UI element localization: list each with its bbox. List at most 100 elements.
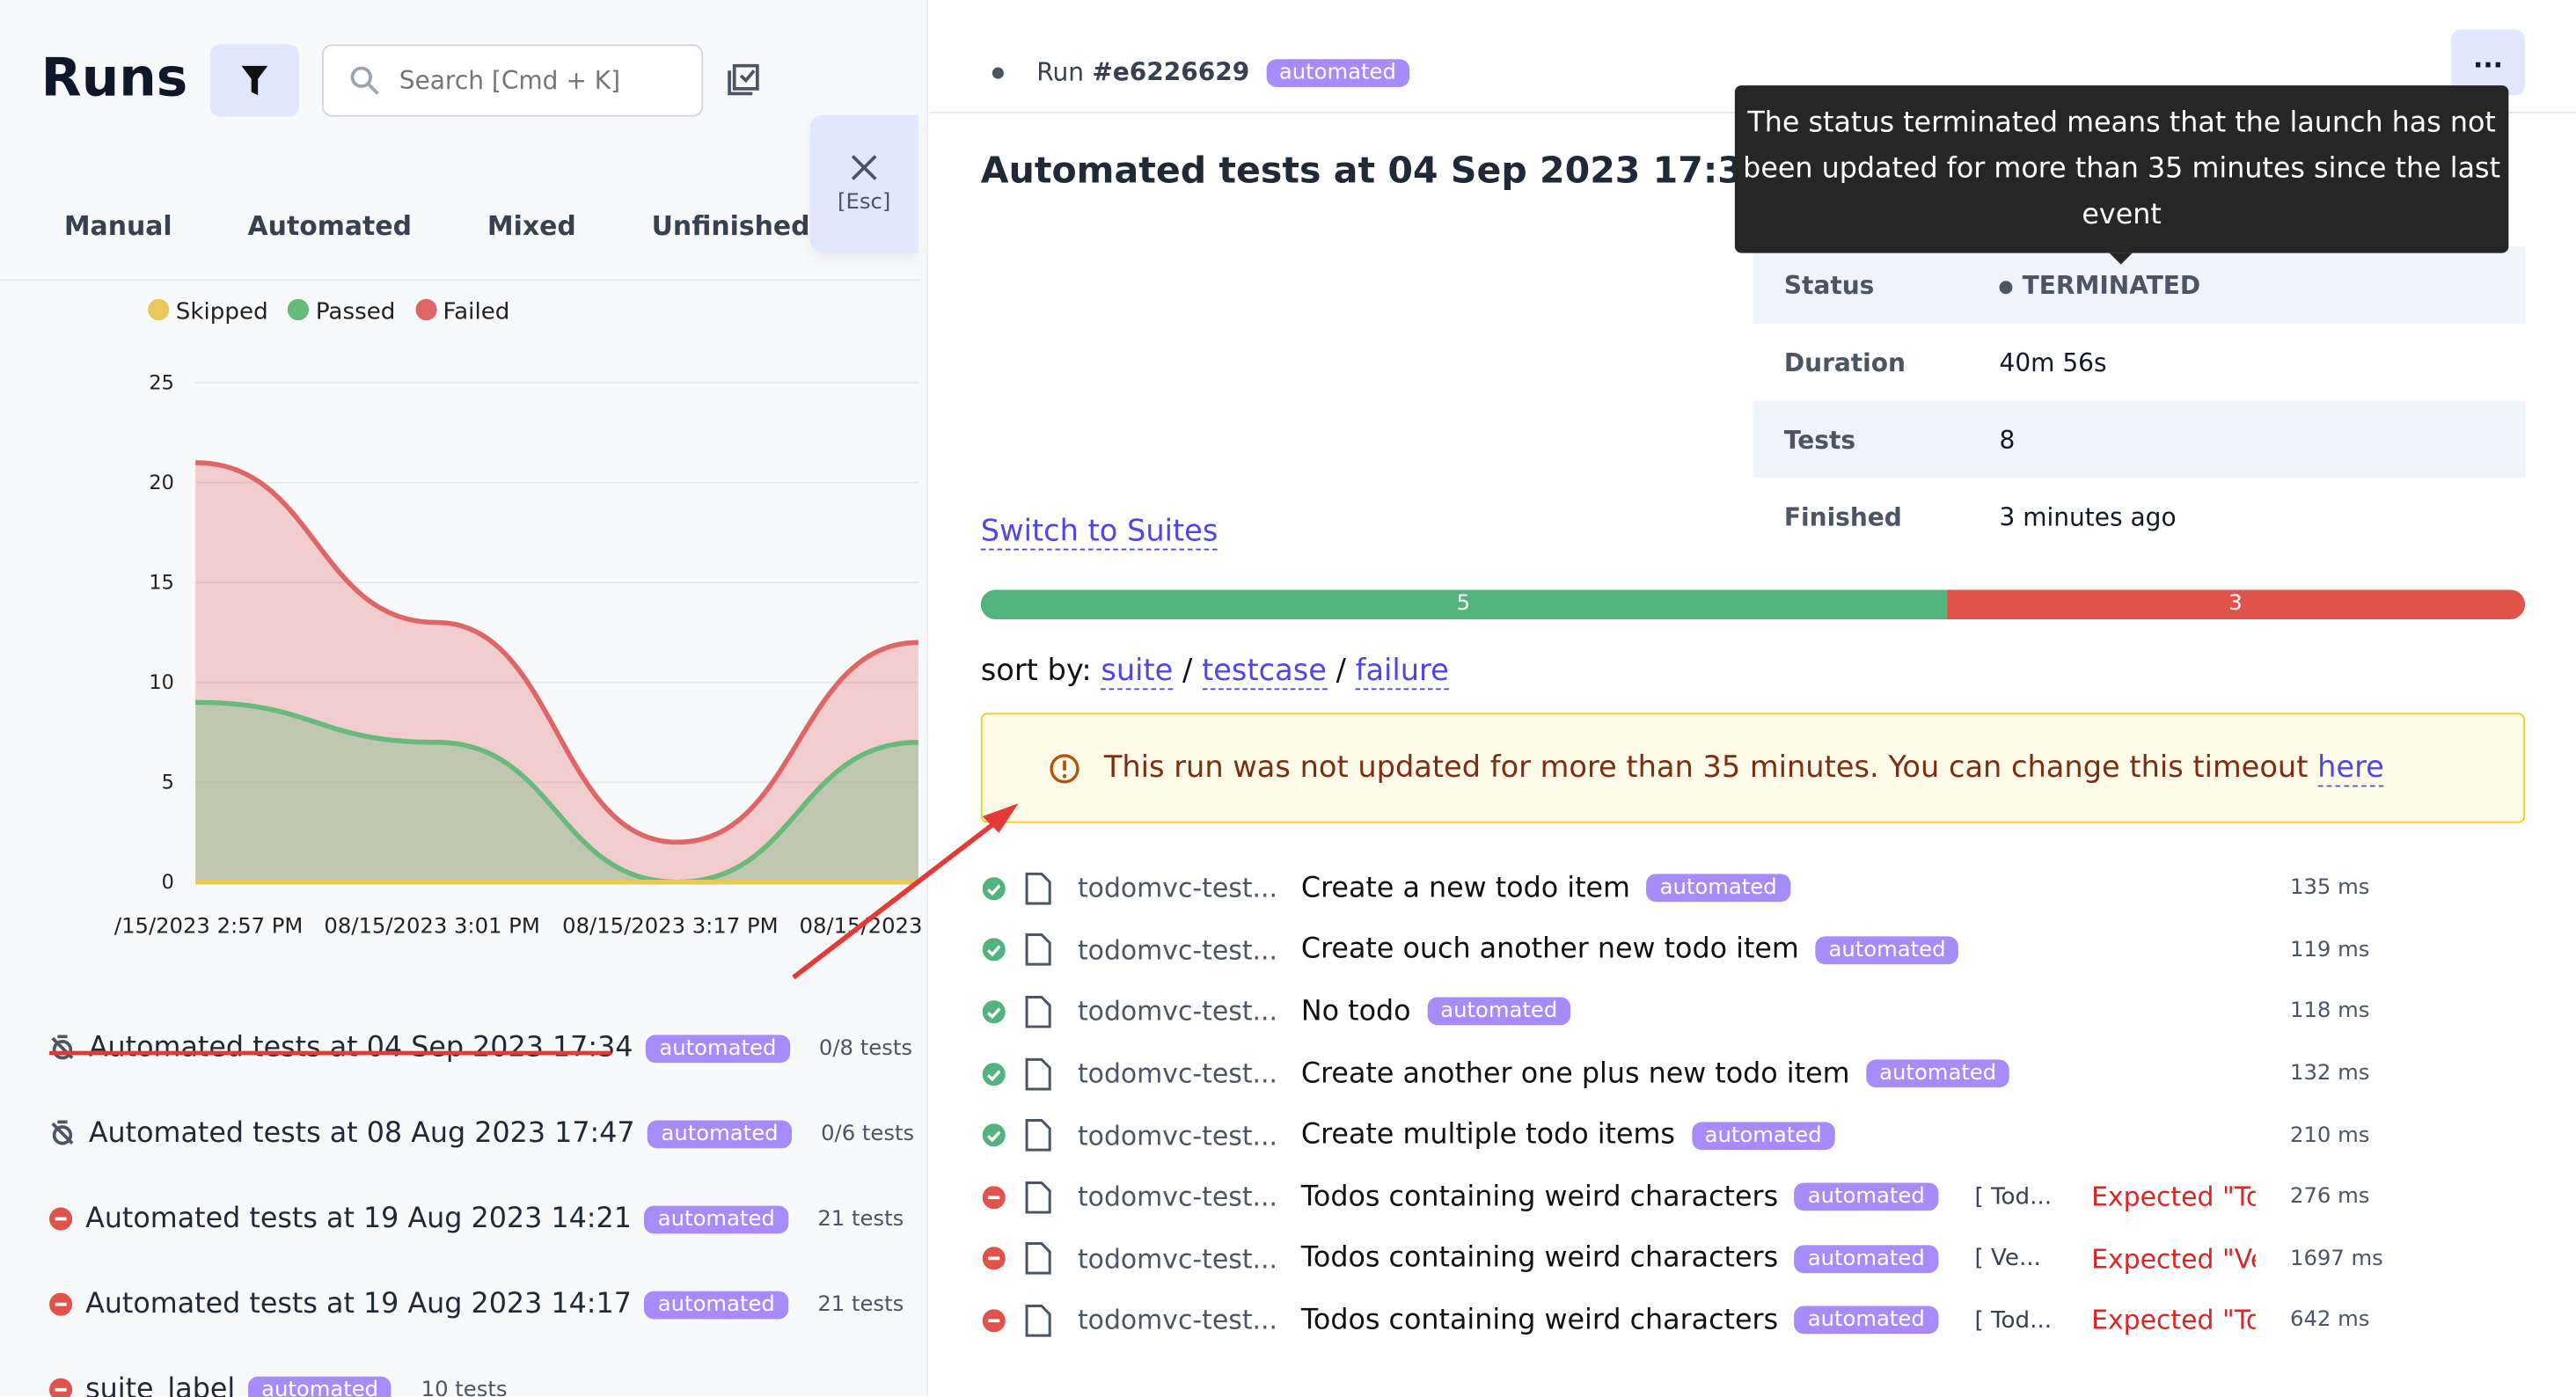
info-value: 8	[1999, 424, 2016, 455]
test-error: Expected "Very	[2091, 1243, 2256, 1275]
test-example: [ Tod...	[1974, 1307, 2053, 1335]
test-duration: 119 ms	[2290, 938, 2370, 963]
test-example: [ Tod...	[1974, 1183, 2053, 1210]
run-list-item[interactable]: Automated tests at 19 Aug 2023 14:17 auto…	[49, 1262, 920, 1347]
failed-icon	[982, 1247, 1006, 1271]
test-badge: automated	[1691, 1121, 1835, 1150]
info-key: Finished	[1783, 501, 1902, 532]
test-badge: automated	[1794, 1182, 1938, 1211]
run-badge: automated	[248, 1375, 392, 1397]
test-row[interactable]: todomvc-test... Create multiple todo item…	[982, 1105, 2527, 1167]
timeout-settings-link[interactable]: here	[2317, 750, 2384, 787]
terminated-icon	[51, 1035, 74, 1060]
info-row: Finished 3 minutes ago	[1753, 478, 2525, 555]
chart-legend: Skipped Passed Failed	[148, 298, 509, 325]
test-duration: 642 ms	[2290, 1308, 2370, 1334]
search-input[interactable]	[399, 65, 662, 96]
x-tick-label: 08/15/2023	[800, 913, 923, 939]
warning-text: This run was not updated for more than 3…	[1103, 750, 2309, 786]
filter-button[interactable]	[210, 44, 299, 117]
test-row[interactable]: todomvc-test... Create a new todo item aut…	[982, 858, 2527, 919]
tab-manual[interactable]: Manual	[64, 210, 172, 241]
x-tick-label: /15/2023 2:57 PM	[114, 913, 303, 939]
test-name: Todos containing weird characters	[1300, 1242, 1779, 1276]
passed-icon	[982, 1123, 1006, 1147]
passed-icon	[982, 938, 1006, 962]
failed-icon	[49, 1207, 73, 1231]
test-duration: 118 ms	[2290, 999, 2370, 1025]
test-duration: 210 ms	[2290, 1123, 2370, 1148]
run-test-count: 10 tests	[421, 1377, 508, 1397]
info-key: Status	[1783, 270, 1875, 300]
file-icon	[1025, 1304, 1051, 1337]
run-list-item[interactable]: Automated tests at 08 Aug 2023 17:47 auto…	[49, 1091, 920, 1176]
test-suite: todomvc-test...	[1077, 1243, 1278, 1275]
sort-label: sort by:	[980, 654, 1092, 689]
sort-suite-link[interactable]: suite	[1101, 654, 1174, 691]
failed-icon	[49, 1378, 73, 1397]
test-row[interactable]: todomvc-test... Todos containing weird ch…	[982, 1228, 2527, 1290]
timeout-warning: This run was not updated for more than 3…	[980, 713, 2526, 823]
test-error: Expected "To	[2091, 1305, 2256, 1336]
test-name: Create multiple todo items	[1300, 1118, 1675, 1152]
run-list-item[interactable]: Automated tests at 19 Aug 2023 14:21 auto…	[49, 1176, 920, 1262]
tab-unfinished[interactable]: Unfinished	[652, 210, 810, 241]
test-row[interactable]: todomvc-test... No todo automated 118 ms	[982, 981, 2527, 1042]
sort-testcase-link[interactable]: testcase	[1202, 654, 1327, 691]
tab-automated[interactable]: Automated	[248, 210, 412, 241]
info-key: Duration	[1783, 347, 1906, 377]
x-tick-label: 08/15/2023 3:17 PM	[562, 913, 778, 939]
divider	[0, 279, 920, 282]
failed-segment: 3	[1945, 589, 2526, 619]
run-id: #e6226629	[1092, 57, 1250, 87]
test-error: Expected "To	[2091, 1181, 2256, 1213]
info-value: TERMINATED	[2022, 270, 2201, 300]
run-badge: automated	[646, 1034, 790, 1063]
search-box[interactable]	[321, 44, 704, 117]
test-badge: automated	[1427, 998, 1571, 1027]
test-badge: automated	[1815, 936, 1959, 964]
run-detail: Run #e6226629 automated ... Automated te…	[929, 0, 2576, 1396]
run-list-item[interactable]: suite_label automated 10 tests	[49, 1347, 920, 1397]
tab-mixed[interactable]: Mixed	[487, 210, 576, 241]
test-row[interactable]: todomvc-test... Todos containing weird ch…	[982, 1167, 2527, 1228]
test-name: Create a new todo item	[1300, 872, 1630, 905]
run-test-count: 21 tests	[817, 1206, 904, 1232]
test-row[interactable]: todomvc-test... Create another one plus n…	[982, 1042, 2527, 1104]
run-test-count: 0/8 tests	[818, 1035, 912, 1061]
passed-icon	[982, 876, 1006, 900]
file-icon	[1025, 872, 1051, 905]
run-badge: automated	[644, 1204, 788, 1233]
status-dot-icon	[1999, 280, 2013, 294]
filter-icon	[241, 65, 268, 96]
run-list-item[interactable]: Automated tests at 04 Sep 2023 17:34 auto…	[49, 1006, 920, 1091]
info-value: 3 minutes ago	[1999, 501, 2177, 532]
sort-failure-link[interactable]: failure	[1355, 654, 1449, 691]
close-icon	[851, 154, 877, 179]
select-runs-icon[interactable]	[726, 61, 762, 97]
info-row: Tests 8	[1753, 400, 2526, 479]
terminated-icon	[51, 1120, 74, 1145]
test-row[interactable]: todomvc-test... Todos containing weird ch…	[982, 1290, 2527, 1351]
info-row: Duration 40m 56s	[1753, 324, 2525, 401]
run-info-table: Status TERMINATED Duration 40m 56s Tests 8 Fin…	[1753, 246, 2526, 555]
close-button[interactable]: [Esc]	[809, 114, 918, 253]
status-dot-icon	[992, 66, 1004, 78]
run-test-count: 0/6 tests	[821, 1121, 915, 1146]
legend-failed: Failed	[414, 298, 509, 325]
run-title: Automated tests at 08 Aug 2023 17:47	[88, 1116, 635, 1151]
info-key: Tests	[1783, 424, 1856, 455]
run-type-tabs: Manual Automated Mixed Unfinished	[64, 210, 886, 241]
run-title: Automated tests at 19 Aug 2023 14:21	[85, 1202, 632, 1236]
switch-to-suites-link[interactable]: Switch to Suites	[980, 514, 1218, 551]
file-icon	[1025, 1119, 1051, 1152]
test-row[interactable]: todomvc-test... Create ouch another new t…	[982, 919, 2527, 981]
run-header: Run #e6226629 automated	[992, 57, 1409, 87]
test-suite: todomvc-test...	[1077, 1119, 1278, 1152]
run-title: suite_label	[85, 1373, 236, 1397]
status-tooltip: The status terminated means that the lau…	[1734, 85, 2509, 265]
legend-passed: Passed	[288, 298, 395, 325]
info-value: 40m 56s	[1999, 347, 2107, 377]
y-tick-label: 15	[149, 572, 174, 595]
run-badge: automated	[1265, 58, 1409, 87]
